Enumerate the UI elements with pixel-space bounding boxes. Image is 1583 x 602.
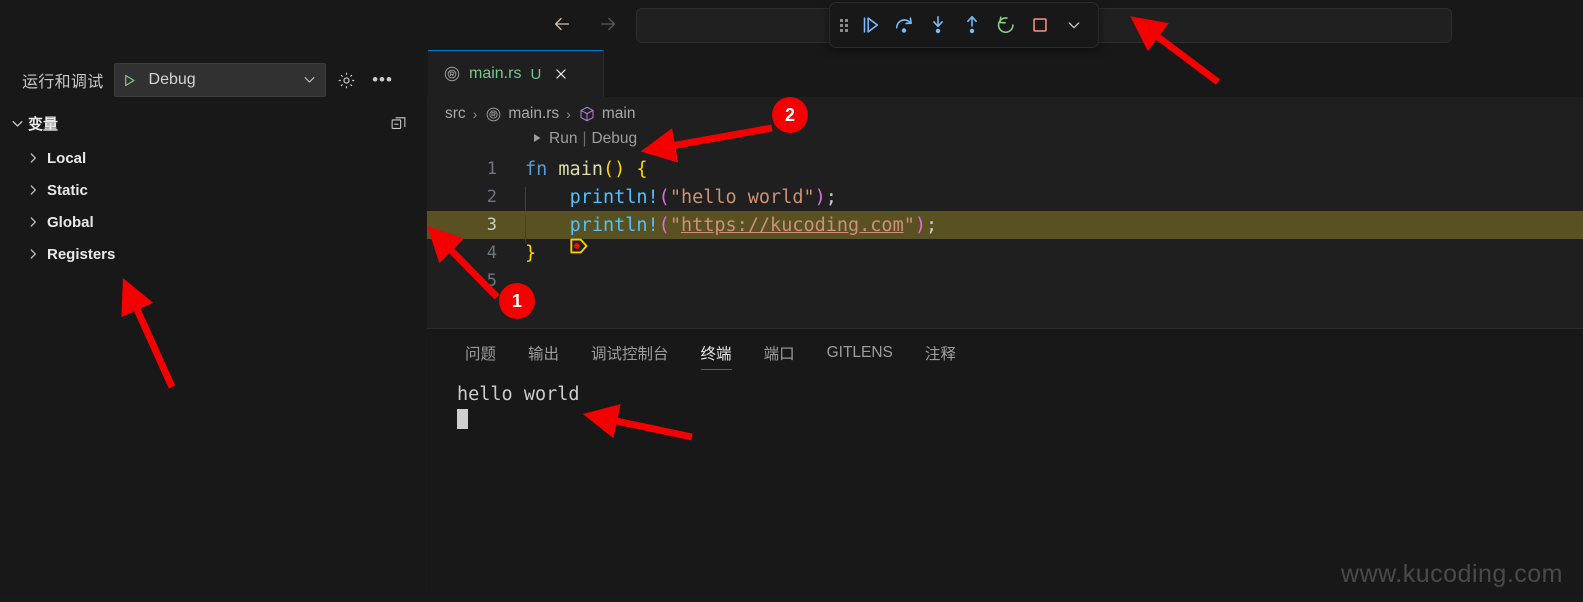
panel-tab-output[interactable]: 输出 (512, 329, 575, 377)
code-line-content[interactable]: fn main() { (503, 159, 648, 180)
variables-section-header[interactable]: 变量 (0, 110, 426, 136)
code-line-content[interactable]: } (503, 243, 536, 264)
editor-tab-bar: main.rs U (427, 50, 1583, 97)
bottom-panel: 问题 输出 调试控制台 终端 端口 GITLENS 注释 hello world (427, 328, 1583, 598)
debug-toolbar (829, 2, 1099, 48)
code-line[interactable]: 2 println!("hello world"); (427, 183, 1583, 215)
code-line-current[interactable]: 3 println!("https://kucoding.com"); (427, 211, 1583, 254)
sidebar-header: 运行和调试 Debug ••• (0, 58, 426, 102)
arrow-left-icon[interactable] (548, 10, 576, 38)
chevron-right-icon[interactable] (22, 247, 44, 261)
editor-gutter[interactable] (427, 211, 588, 254)
arrow-right-icon[interactable] (594, 10, 622, 38)
close-icon[interactable] (551, 65, 570, 84)
launch-configuration-label: Debug (148, 71, 196, 88)
code-line[interactable]: 1 fn main() { (427, 155, 1583, 183)
breadcrumb-item-symbol[interactable]: main (602, 105, 636, 123)
step-out-button[interactable] (956, 9, 988, 41)
breadcrumb-item-file[interactable]: main.rs (508, 105, 559, 123)
codelens-debug-link[interactable]: Debug (591, 130, 637, 148)
rust-icon (442, 65, 461, 84)
editor-gutter[interactable] (427, 155, 469, 183)
terminal-view[interactable]: hello world (457, 384, 580, 429)
drag-handle-icon[interactable] (840, 18, 848, 32)
code-editor[interactable]: 1 fn main() { 2 println!("hello world"); (427, 155, 1583, 320)
stop-button[interactable] (1024, 9, 1056, 41)
chevron-right-icon[interactable] (22, 215, 44, 229)
panel-tab-ports[interactable]: 端口 (748, 329, 811, 377)
codelens-separator: | (582, 130, 587, 147)
editor-group: main.rs U src › main.rs › main Run | Deb… (427, 50, 1583, 598)
line-number: 4 (486, 243, 497, 263)
panel-tab-comments[interactable]: 注释 (909, 329, 972, 377)
chevron-right-icon[interactable] (22, 183, 44, 197)
ellipsis-icon[interactable]: ••• (368, 65, 398, 95)
vscode-window: 运行和调试 Debug ••• 变量 Local Static Global R… (0, 0, 1583, 598)
terminal-cursor (457, 409, 468, 429)
panel-tab-problems[interactable]: 问题 (449, 329, 512, 377)
variable-scope-static[interactable]: Static (0, 174, 426, 206)
code-line-content[interactable]: println!("https://kucoding.com"); (503, 214, 937, 243)
step-over-button[interactable] (888, 9, 920, 41)
line-number: 1 (486, 159, 497, 179)
chevron-right-icon[interactable] (22, 151, 44, 165)
codelens-run-link[interactable]: Run (549, 130, 577, 148)
editor-gutter[interactable] (427, 183, 469, 211)
variable-scope-label: Global (47, 213, 94, 231)
editor-gutter[interactable] (427, 239, 469, 267)
chevron-down-icon[interactable] (302, 72, 317, 89)
rust-icon (484, 105, 503, 124)
editor-tab-main-rs[interactable]: main.rs U (428, 50, 604, 97)
debug-current-line-breakpoint-icon[interactable] (436, 216, 588, 254)
gear-icon[interactable] (332, 65, 362, 95)
variable-scope-global[interactable]: Global (0, 206, 426, 238)
codelens-run-debug: Run | Debug (531, 130, 637, 148)
variable-scope-local[interactable]: Local (0, 142, 426, 174)
symbol-function-icon (578, 105, 597, 124)
chevron-down-icon[interactable] (1058, 9, 1090, 41)
variable-scope-label: Static (47, 181, 88, 199)
code-line[interactable]: 5 (427, 267, 1583, 295)
continue-button[interactable] (854, 9, 886, 41)
variable-scope-label: Local (47, 149, 87, 167)
panel-tab-gitlens[interactable]: GITLENS (811, 329, 909, 377)
breadcrumb: src › main.rs › main (445, 100, 635, 128)
line-number: 5 (486, 271, 497, 291)
variables-section-title: 变量 (28, 115, 59, 133)
panel-tab-debug-console[interactable]: 调试控制台 (575, 329, 685, 377)
navigation-arrows (548, 10, 622, 38)
chevron-down-icon[interactable] (6, 116, 28, 131)
code-line[interactable]: 4 } (427, 239, 1583, 267)
step-into-button[interactable] (922, 9, 954, 41)
restart-button[interactable] (990, 9, 1022, 41)
editor-gutter[interactable] (427, 267, 469, 295)
title-bar (0, 0, 1583, 50)
breadcrumb-item-src[interactable]: src (445, 105, 466, 123)
variables-list: Local Static Global Registers (0, 142, 426, 270)
collapse-all-icon[interactable] (386, 111, 410, 135)
watermark: www.kucoding.com (1341, 560, 1563, 588)
breadcrumb-separator: › (472, 106, 478, 122)
run-and-debug-sidebar: 运行和调试 Debug ••• 变量 Local Static Global R… (0, 50, 426, 597)
play-icon[interactable] (117, 73, 143, 88)
sidebar-title: 运行和调试 (22, 74, 104, 91)
panel-tab-terminal[interactable]: 终端 (685, 329, 748, 377)
play-icon (531, 132, 543, 147)
variable-scope-label: Registers (47, 245, 116, 263)
panel-tab-bar: 问题 输出 调试控制台 终端 端口 GITLENS 注释 (449, 329, 972, 377)
breadcrumb-separator: › (566, 106, 571, 122)
code-line-content[interactable]: println!("hello world"); (503, 186, 837, 215)
line-number: 2 (486, 187, 497, 207)
launch-configuration-select[interactable]: Debug (113, 63, 326, 97)
git-status-badge: U (530, 65, 542, 83)
variable-scope-registers[interactable]: Registers (0, 238, 426, 270)
editor-tab-filename: main.rs (469, 65, 522, 82)
terminal-output-line: hello world (457, 384, 580, 405)
